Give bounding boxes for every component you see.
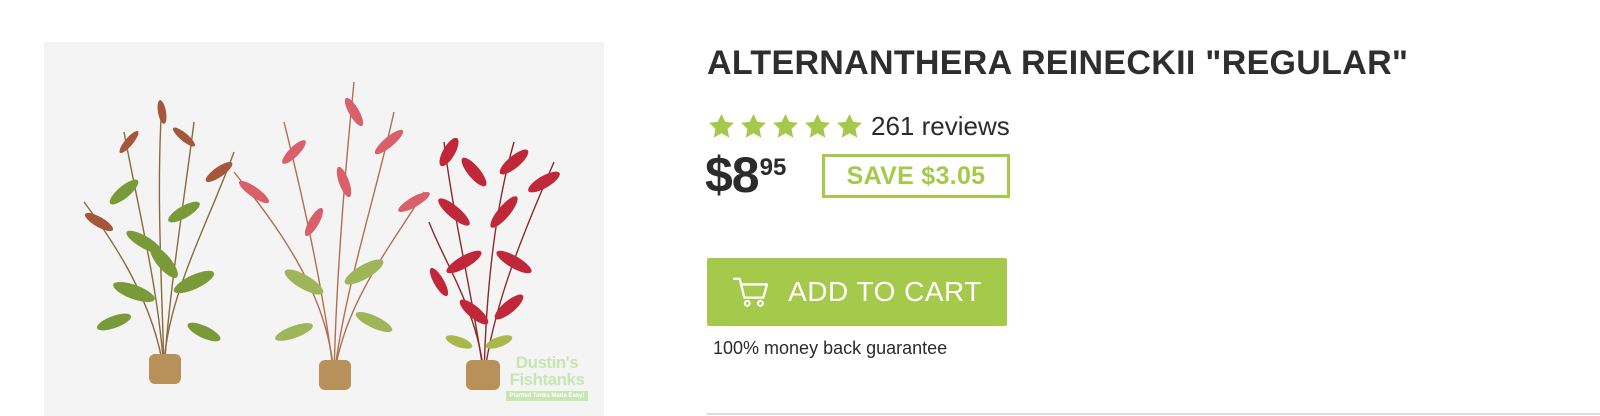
star-icon <box>741 113 766 138</box>
product-image[interactable]: Dustin's Fishtanks Planted Tanks Made Ea… <box>44 42 604 416</box>
add-to-cart-button[interactable]: ADD TO CART <box>707 258 1007 326</box>
star-icon <box>773 113 798 138</box>
guarantee-text: 100% money back guarantee <box>713 338 948 358</box>
cart-icon <box>732 277 769 307</box>
star-icon <box>709 113 734 138</box>
brand-watermark: Dustin's Fishtanks Planted Tanks Made Ea… <box>506 353 588 401</box>
product-price: $8 95 <box>705 148 786 202</box>
save-badge: SAVE $3.05 <box>822 154 1010 198</box>
reviews-link[interactable]: 261 reviews <box>871 111 1010 142</box>
star-icon <box>805 113 830 138</box>
star-rating <box>707 112 864 141</box>
section-divider <box>707 413 1600 415</box>
watermark-line-1: Dustin's <box>515 353 579 372</box>
add-to-cart-label: ADD TO CART <box>788 276 982 307</box>
product-rating[interactable]: 261 reviews <box>707 108 1010 144</box>
product-title: ALTERNANTHERA REINECKII "REGULAR" <box>707 44 1409 82</box>
price-dollars: $8 <box>705 147 760 203</box>
price-cents: 95 <box>759 154 787 181</box>
watermark-line-2: Fishtanks <box>509 370 585 389</box>
star-icon <box>837 113 862 138</box>
watermark-tagline: Planted Tanks Made Easy! <box>506 391 588 401</box>
